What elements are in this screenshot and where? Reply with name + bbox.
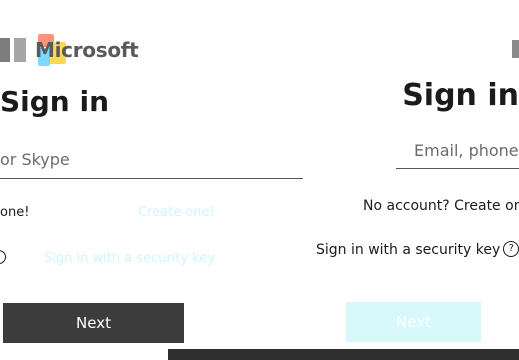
email-field-left[interactable] bbox=[0, 140, 303, 179]
partial-logo-fragment bbox=[512, 40, 519, 58]
logo-wordmark: Microsoft bbox=[35, 38, 139, 62]
no-account-text-left: one! bbox=[0, 205, 30, 220]
page-title-left: Sign in bbox=[0, 85, 110, 118]
help-icon[interactable]: ? bbox=[503, 241, 519, 257]
no-account-row-right: No account? Create one! bbox=[363, 197, 519, 215]
microsoft-logo: Microsoft bbox=[0, 34, 139, 66]
no-account-text-right: No account? bbox=[363, 198, 455, 214]
logo-square-lightgray bbox=[14, 38, 26, 62]
page-title-right: Sign in bbox=[402, 78, 519, 113]
create-account-link-left[interactable]: Create one! bbox=[138, 204, 215, 222]
create-account-link-right[interactable]: Create one! bbox=[454, 198, 519, 214]
next-button-right[interactable]: Next bbox=[346, 302, 481, 342]
next-button-left[interactable]: Next bbox=[3, 303, 184, 343]
logo-square-gray bbox=[0, 38, 10, 62]
security-key-link-left[interactable]: Sign in with a security key bbox=[44, 250, 215, 268]
bottom-dark-band bbox=[168, 349, 519, 360]
security-key-row-right[interactable]: Sign in with a security key? bbox=[316, 241, 519, 259]
security-key-link-right[interactable]: Sign in with a security key bbox=[316, 242, 500, 258]
sign-in-page: Microsoft Sign in Sign in one! Create on… bbox=[0, 0, 519, 360]
microsoft-logo-mark: Microsoft bbox=[0, 34, 139, 66]
help-icon-left[interactable] bbox=[0, 250, 6, 264]
email-field-right[interactable] bbox=[396, 133, 519, 169]
